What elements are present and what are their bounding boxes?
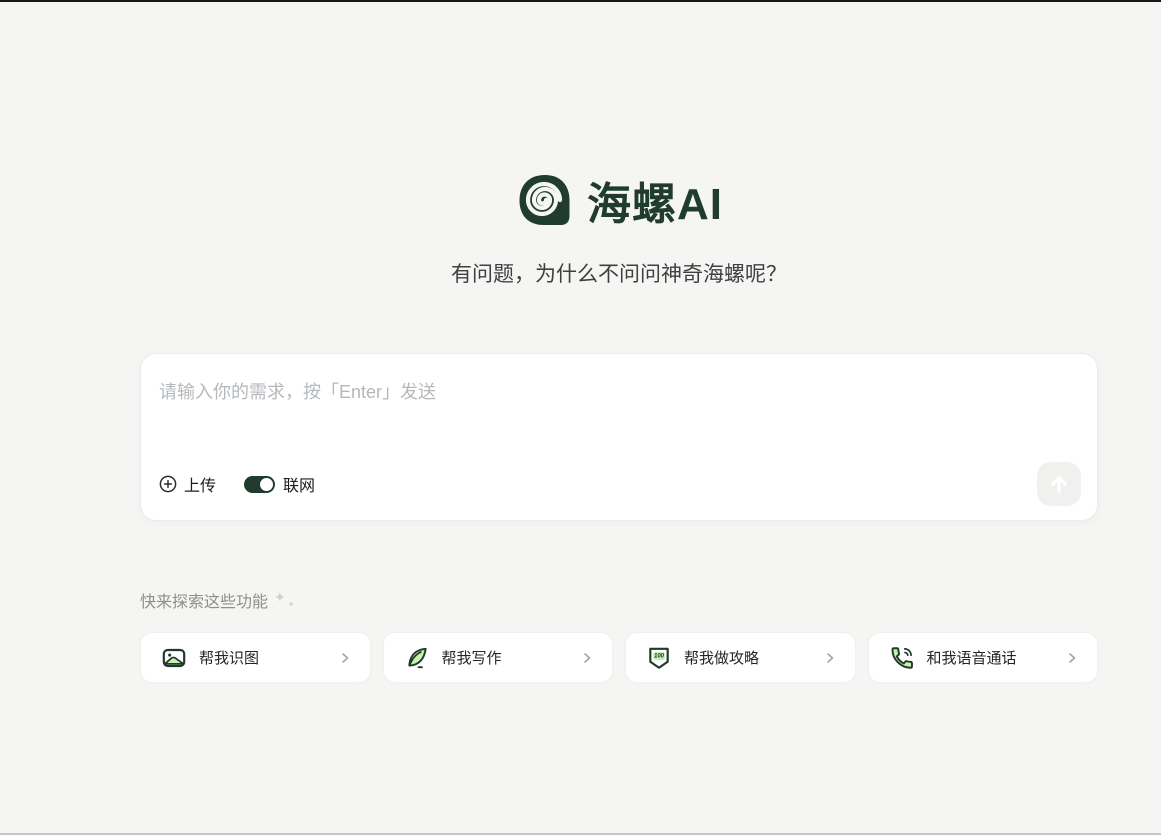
web-search-control: 联网 bbox=[244, 472, 315, 496]
web-search-label: 联网 bbox=[283, 472, 315, 496]
app-title: 海螺AI bbox=[587, 168, 723, 232]
prompt-input[interactable] bbox=[159, 378, 1079, 458]
card-writing[interactable]: 帮我写作 bbox=[383, 632, 614, 683]
sparkle-icon: ✦ bbox=[274, 588, 286, 606]
sparkle-small-icon: ✦ bbox=[288, 596, 295, 614]
card-label: 帮我识图 bbox=[199, 647, 259, 668]
phone-call-icon bbox=[889, 645, 915, 671]
card-image-recognition[interactable]: 帮我识图 bbox=[140, 632, 371, 683]
chevron-right-icon bbox=[1065, 651, 1079, 665]
card-voice-call[interactable]: 和我语音通话 bbox=[868, 632, 1099, 683]
chevron-right-icon bbox=[338, 651, 352, 665]
svg-text:100: 100 bbox=[654, 653, 665, 659]
arrow-up-icon bbox=[1048, 473, 1070, 495]
quill-icon bbox=[404, 645, 430, 671]
badge-100-icon: 100 bbox=[646, 645, 672, 671]
prompt-composer: 上传 联网 bbox=[140, 353, 1098, 521]
chevron-right-icon bbox=[580, 651, 594, 665]
window-top-edge bbox=[0, 0, 1161, 2]
snail-icon bbox=[515, 171, 573, 229]
explore-title-text: 快来探索这些功能 bbox=[140, 588, 268, 612]
card-guide[interactable]: 100 帮我做攻略 bbox=[625, 632, 856, 683]
feature-cards: 帮我识图 帮我写作 100 帮我做攻略 bbox=[140, 632, 1098, 683]
explore-section-title: 快来探索这些功能 ✦ ✦ bbox=[140, 588, 294, 614]
send-button[interactable] bbox=[1037, 462, 1081, 506]
card-label: 帮我写作 bbox=[442, 647, 502, 668]
web-search-toggle[interactable] bbox=[244, 476, 275, 493]
upload-label: 上传 bbox=[184, 472, 216, 496]
toggle-knob bbox=[260, 478, 273, 491]
plus-circle-icon bbox=[159, 475, 177, 493]
composer-toolbar: 上传 联网 bbox=[159, 462, 1081, 506]
app-logo: 海螺AI bbox=[140, 168, 1098, 232]
tagline: 有问题，为什么不问问神奇海螺呢？ bbox=[140, 258, 1098, 288]
upload-button[interactable]: 上传 bbox=[159, 472, 216, 496]
chevron-right-icon bbox=[823, 651, 837, 665]
card-label: 帮我做攻略 bbox=[684, 647, 759, 668]
card-label: 和我语音通话 bbox=[927, 647, 1017, 668]
image-icon bbox=[161, 645, 187, 671]
